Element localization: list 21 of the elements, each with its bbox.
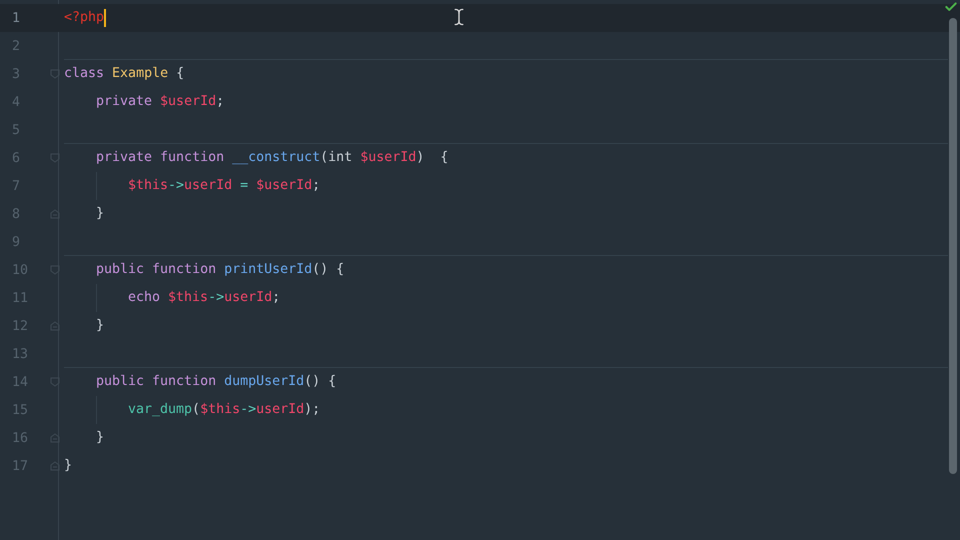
code-line: } — [96, 429, 104, 447]
fold-toggle-icon[interactable] — [50, 153, 60, 163]
code-line: <?php — [64, 9, 104, 27]
code-line: class Example { — [64, 65, 184, 83]
code-line: private $userId; — [96, 93, 224, 111]
code-line: var_dump($this->userId); — [128, 401, 320, 419]
fold-toggle-icon[interactable] — [50, 69, 60, 79]
code-line: echo $this->userId; — [128, 289, 280, 307]
code-line: public function dumpUserId() { — [96, 373, 336, 391]
code-line: } — [96, 205, 104, 223]
code-line: } — [64, 457, 72, 475]
fold-toggle-icon[interactable] — [50, 265, 60, 275]
check-icon — [944, 0, 958, 14]
code-line: } — [96, 317, 104, 335]
code-line: public function printUserId() { — [96, 261, 344, 279]
code-line: $this->userId = $userId; — [128, 177, 320, 195]
fold-toggle-icon[interactable] — [50, 377, 60, 387]
code-editor[interactable] — [0, 0, 960, 540]
scrollbar-thumb[interactable] — [949, 18, 957, 474]
line-number: 1 — [11, 10, 22, 26]
code-line: private function __construct(int $userId) { — [96, 149, 448, 167]
